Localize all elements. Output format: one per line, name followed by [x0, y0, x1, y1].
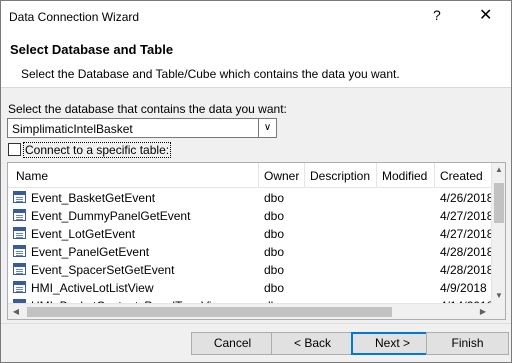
- connect-specific-table-checkbox[interactable]: [8, 143, 21, 156]
- header-panel: Select Database and Table Select the Dat…: [1, 31, 511, 88]
- table-created: 4/27/2018: [440, 209, 494, 223]
- table-icon: [13, 227, 26, 239]
- table-row[interactable]: Event_BasketGetEvent dbo 4/26/2018: [8, 189, 494, 207]
- table-row[interactable]: Event_PanelGetEvent dbo 4/28/2018: [8, 243, 494, 261]
- column-header-modified[interactable]: Modified: [382, 169, 427, 183]
- table-created: 4/27/2018: [440, 227, 494, 241]
- table-name: Event_BasketGetEvent: [31, 191, 156, 205]
- page-title: Select Database and Table: [10, 42, 174, 57]
- connect-specific-table-label[interactable]: Connect to a specific table:: [23, 142, 172, 158]
- database-select-value: SimplimaticIntelBasket: [12, 122, 133, 136]
- horizontal-scroll-thumb[interactable]: [27, 307, 392, 317]
- scroll-right-icon[interactable]: ▶: [475, 304, 491, 319]
- column-header-name[interactable]: Name: [16, 169, 48, 183]
- table-icon: [13, 281, 26, 293]
- table-name: Event_LotGetEvent: [31, 227, 136, 241]
- table-owner: dbo: [264, 209, 285, 223]
- window-title: Data Connection Wizard: [9, 10, 140, 24]
- table-owner: dbo: [264, 281, 285, 295]
- close-icon[interactable]: ✕: [479, 5, 492, 25]
- footer-divider: [1, 323, 511, 324]
- column-header-owner[interactable]: Owner: [264, 169, 299, 183]
- data-connection-wizard-dialog: Data Connection Wizard ? ✕ Select Databa…: [0, 0, 512, 363]
- table-name: HMI_ActiveLotListView: [31, 281, 154, 295]
- table-owner: dbo: [264, 245, 285, 259]
- scroll-up-icon[interactable]: ▲: [492, 163, 505, 177]
- next-button[interactable]: Next >: [351, 332, 434, 355]
- table-row[interactable]: Event_LotGetEvent dbo 4/27/2018: [8, 225, 494, 243]
- finish-button[interactable]: Finish: [426, 332, 509, 355]
- table-rows: Event_BasketGetEvent dbo 4/26/2018 Event…: [8, 189, 494, 315]
- scroll-left-icon[interactable]: ◀: [8, 304, 24, 319]
- database-select[interactable]: SimplimaticIntelBasket ∨: [7, 118, 277, 138]
- page-subtitle: Select the Database and Table/Cube which…: [21, 67, 400, 81]
- database-label: Select the database that contains the da…: [8, 102, 287, 116]
- column-divider[interactable]: [376, 163, 377, 187]
- vertical-scroll-thumb[interactable]: [494, 183, 504, 223]
- table-owner: dbo: [264, 227, 285, 241]
- table-name: Event_SpacerSetGetEvent: [31, 263, 175, 277]
- table-icon: [13, 191, 26, 203]
- table-created: 4/28/2018: [440, 263, 494, 277]
- cancel-button[interactable]: Cancel: [191, 332, 274, 355]
- column-header-description[interactable]: Description: [310, 169, 370, 183]
- column-divider[interactable]: [258, 163, 259, 187]
- title-bar: Data Connection Wizard ? ✕: [1, 1, 511, 31]
- table-name: Event_DummyPanelGetEvent: [31, 209, 191, 223]
- table-name: Event_PanelGetEvent: [31, 245, 150, 259]
- table-icon: [13, 245, 26, 257]
- table-created: 4/28/2018: [440, 245, 494, 259]
- table-list[interactable]: Name Owner Description Modified Created …: [7, 162, 506, 320]
- table-created: 4/9/2018: [440, 281, 487, 295]
- column-header-created[interactable]: Created: [440, 169, 483, 183]
- back-button[interactable]: < Back: [271, 332, 354, 355]
- table-list-header: Name Owner Description Modified Created: [8, 163, 491, 188]
- table-icon: [13, 263, 26, 275]
- vertical-scrollbar[interactable]: ▲ ▼: [491, 163, 505, 303]
- table-owner: dbo: [264, 191, 285, 205]
- column-divider[interactable]: [304, 163, 305, 187]
- help-button[interactable]: ?: [433, 7, 441, 23]
- table-created: 4/26/2018: [440, 191, 494, 205]
- chevron-down-icon[interactable]: ∨: [258, 119, 276, 137]
- table-row[interactable]: Event_DummyPanelGetEvent dbo 4/27/2018: [8, 207, 494, 225]
- horizontal-scrollbar[interactable]: ◀ ▶: [8, 303, 491, 319]
- scrollbar-corner: [491, 303, 505, 319]
- table-row[interactable]: HMI_ActiveLotListView dbo 4/9/2018: [8, 279, 491, 297]
- table-row[interactable]: Event_SpacerSetGetEvent dbo 4/28/2018: [8, 261, 494, 279]
- scroll-down-icon[interactable]: ▼: [492, 289, 505, 303]
- column-divider[interactable]: [434, 163, 435, 187]
- table-icon: [13, 209, 26, 221]
- table-owner: dbo: [264, 263, 285, 277]
